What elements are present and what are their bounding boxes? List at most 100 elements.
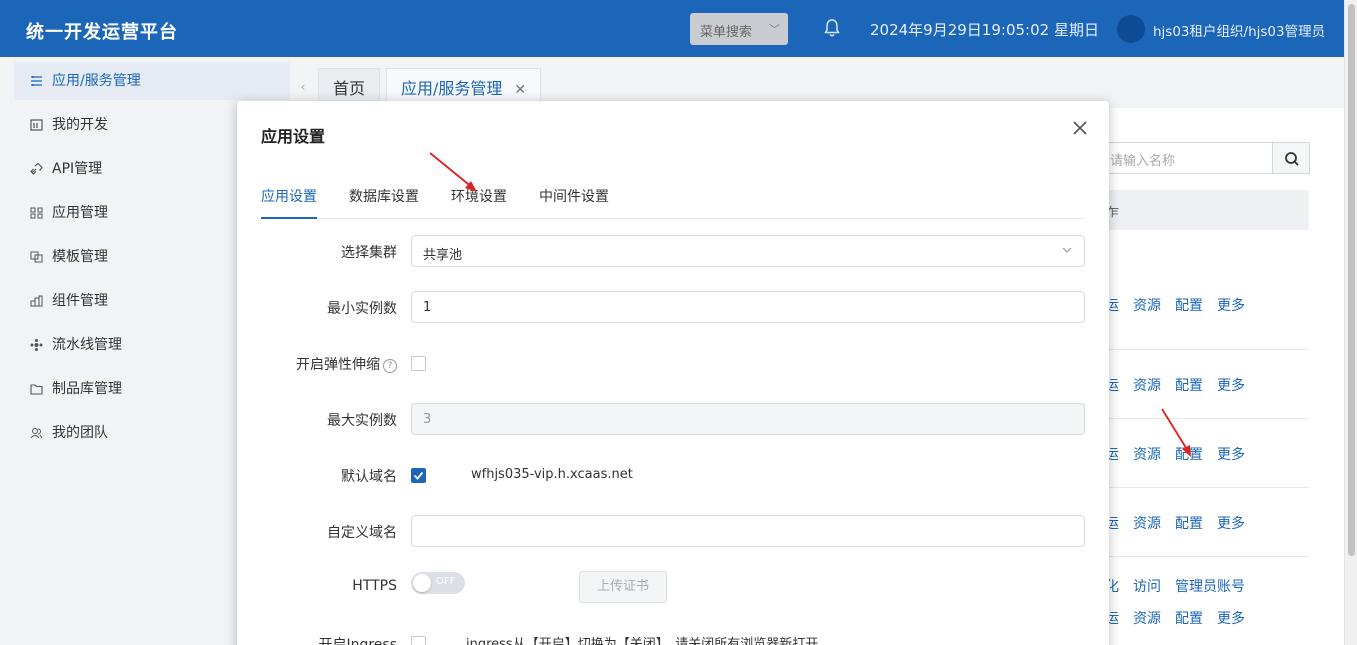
resource-link[interactable]: 资源 (1133, 375, 1161, 395)
table-row-actions: 化访问 管理员账号 (1105, 576, 1259, 596)
tab-database-settings[interactable]: 数据库设置 (349, 186, 419, 219)
custom-domain-label: 自定义域名 (327, 525, 397, 541)
more-link[interactable]: 更多 (1217, 295, 1245, 315)
resource-link[interactable]: 资源 (1133, 513, 1161, 533)
page-tabs-bar: ‹ 首页 应用/服务管理 ✕ (290, 65, 1344, 110)
menu-search-select[interactable]: 菜单搜索 ﹀ (690, 13, 788, 45)
custom-domain-input[interactable] (411, 515, 1085, 547)
top-header: 统一开发运营平台 菜单搜索 ﹀ 2024年9月29日19:05:02 星期日 h… (0, 0, 1344, 57)
table-row-actions: 运资源 配置 更多 (1105, 608, 1259, 628)
tab-env-settings[interactable]: 环境设置 (451, 186, 507, 219)
link-icon (30, 163, 43, 175)
more-link[interactable]: 更多 (1217, 375, 1245, 395)
app-settings-dialog: 应用设置 应用设置 数据库设置 环境设置 中间件设置 选择集群 共享池 最小实例… (237, 101, 1109, 645)
sidebar-item-label: 应用管理 (52, 205, 108, 221)
sidebar-item-label: 应用/服务管理 (52, 73, 141, 89)
search-button[interactable] (1272, 142, 1310, 174)
tab-label: 应用/服务管理 (401, 79, 503, 98)
menu-search-label: 菜单搜索 (700, 25, 753, 40)
sidebar-item-app-service[interactable]: 应用/服务管理 (14, 62, 290, 100)
min-instances-label: 最小实例数 (327, 301, 397, 317)
visit-link[interactable]: 访问 (1133, 576, 1161, 596)
sidebar-item-label: 我的开发 (52, 117, 108, 133)
chevron-down-icon: ﹀ (769, 23, 780, 36)
dialog-tabs: 应用设置 数据库设置 环境设置 中间件设置 (261, 183, 1085, 219)
config-link[interactable]: 配置 (1175, 375, 1203, 395)
row-divider (1107, 349, 1309, 350)
more-link[interactable]: 更多 (1217, 608, 1245, 628)
row-divider (1107, 418, 1309, 419)
table-row-actions: 运资源 配置 更多 (1105, 513, 1259, 533)
chevron-down-icon (1062, 247, 1072, 253)
search-icon (1285, 152, 1299, 166)
chevron-left-icon[interactable]: ‹ (290, 72, 316, 102)
component-icon (30, 295, 43, 307)
dialog-title: 应用设置 (261, 127, 326, 146)
cluster-select[interactable]: 共享池 (411, 235, 1085, 267)
default-domain-checkbox[interactable] (411, 468, 426, 483)
upload-certificate-button: 上传证书 (579, 571, 667, 603)
close-icon[interactable]: ✕ (514, 82, 526, 98)
folder-icon (30, 384, 43, 395)
https-label: HTTPS (352, 578, 397, 594)
current-datetime: 2024年9月29日19:05:02 星期日 (870, 21, 1099, 39)
config-link[interactable]: 配置 (1175, 295, 1203, 315)
cluster-label: 选择集群 (341, 245, 397, 261)
ingress-label: 开启Ingress (318, 637, 397, 645)
sidebar-item-label: 流水线管理 (52, 337, 122, 353)
toggle-state: OFF (436, 576, 456, 587)
tab-middleware-settings[interactable]: 中间件设置 (539, 186, 609, 219)
resource-link[interactable]: 资源 (1133, 608, 1161, 628)
max-instances-label: 最大实例数 (327, 413, 397, 429)
list-icon (31, 76, 42, 86)
ingress-checkbox[interactable] (411, 636, 426, 645)
team-icon (30, 428, 43, 439)
sidebar-item-label: 我的团队 (52, 425, 108, 441)
cluster-value: 共享池 (423, 248, 463, 263)
more-link[interactable]: 更多 (1217, 513, 1245, 533)
resource-link[interactable]: 资源 (1133, 444, 1161, 464)
table-header: 乍 (1107, 190, 1309, 230)
question-icon[interactable]: ? (383, 359, 397, 373)
config-link[interactable]: 配置 (1175, 513, 1203, 533)
ingress-note: ingress从【开启】切换为【关闭】，请关闭所有浏览器新打开 (466, 637, 819, 645)
config-link[interactable]: 配置 (1175, 608, 1203, 628)
max-instances-input: 3 (411, 403, 1085, 435)
toggle-knob (413, 574, 431, 592)
grid-icon (30, 207, 43, 219)
more-link[interactable]: 更多 (1217, 444, 1245, 464)
user-name[interactable]: hjs03租户组织/hjs03管理员 (1153, 20, 1325, 40)
elastic-scaling-checkbox[interactable] (411, 356, 426, 371)
scrollbar-thumb[interactable] (1348, 4, 1355, 556)
close-icon[interactable] (1071, 119, 1089, 137)
bell-icon[interactable] (824, 18, 840, 38)
row-divider (1107, 556, 1309, 557)
template-icon (30, 251, 43, 263)
elastic-scaling-label: 开启弹性伸缩? (237, 354, 397, 374)
table-row-actions: 运资源 配置 更多 (1105, 375, 1259, 395)
default-domain-value: wfhjs035-vip.h.xcaas.net (471, 467, 633, 482)
resource-link[interactable]: 资源 (1133, 295, 1161, 315)
min-instances-input[interactable]: 1 (411, 291, 1085, 323)
table-row-actions: 运资源 配置 更多 (1105, 295, 1259, 315)
https-toggle[interactable]: OFF (411, 572, 465, 594)
avatar[interactable] (1117, 15, 1145, 43)
sidebar-item-label: 组件管理 (52, 293, 108, 309)
default-domain-label: 默认域名 (341, 469, 397, 485)
name-search-input[interactable]: 请输入名称 (1107, 142, 1272, 174)
search-placeholder: 请输入名称 (1110, 154, 1176, 169)
config-link[interactable]: 配置 (1175, 444, 1203, 464)
board-icon (30, 119, 43, 131)
max-instances-value: 3 (423, 412, 432, 427)
tab-label: 首页 (333, 79, 366, 98)
platform-title: 统一开发运营平台 (26, 22, 178, 43)
page-scrollbar[interactable] (1344, 0, 1357, 645)
elastic-scaling-text: 开启弹性伸缩 (296, 357, 380, 373)
pipeline-icon (30, 339, 43, 351)
table-row-actions: 运资源 配置 更多 (1105, 444, 1259, 464)
min-instances-value: 1 (423, 300, 432, 315)
admin-account-link[interactable]: 管理员账号 (1175, 576, 1245, 596)
sidebar-item-label: 模板管理 (52, 249, 108, 265)
row-divider (1107, 487, 1309, 488)
tab-app-settings[interactable]: 应用设置 (261, 186, 317, 219)
